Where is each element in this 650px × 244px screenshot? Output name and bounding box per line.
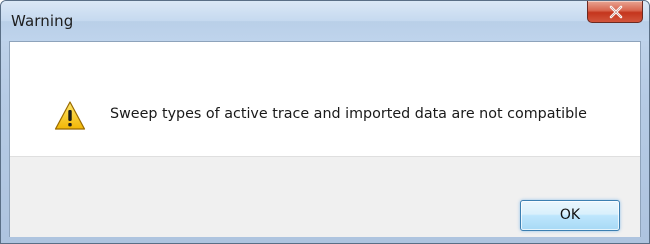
- close-button[interactable]: [587, 1, 643, 23]
- dialog-body: Sweep types of active trace and imported…: [9, 41, 641, 237]
- title-bar[interactable]: Warning: [1, 1, 649, 41]
- ok-button[interactable]: OK: [520, 200, 620, 231]
- warning-icon: [54, 101, 86, 130]
- warning-dialog: Warning Sweep types of active trace and …: [0, 0, 650, 244]
- close-icon: [609, 5, 623, 19]
- button-bar: OK: [10, 156, 640, 237]
- message-area: Sweep types of active trace and imported…: [10, 42, 640, 156]
- window-title: Warning: [11, 12, 74, 30]
- warning-message: Sweep types of active trace and imported…: [110, 106, 587, 122]
